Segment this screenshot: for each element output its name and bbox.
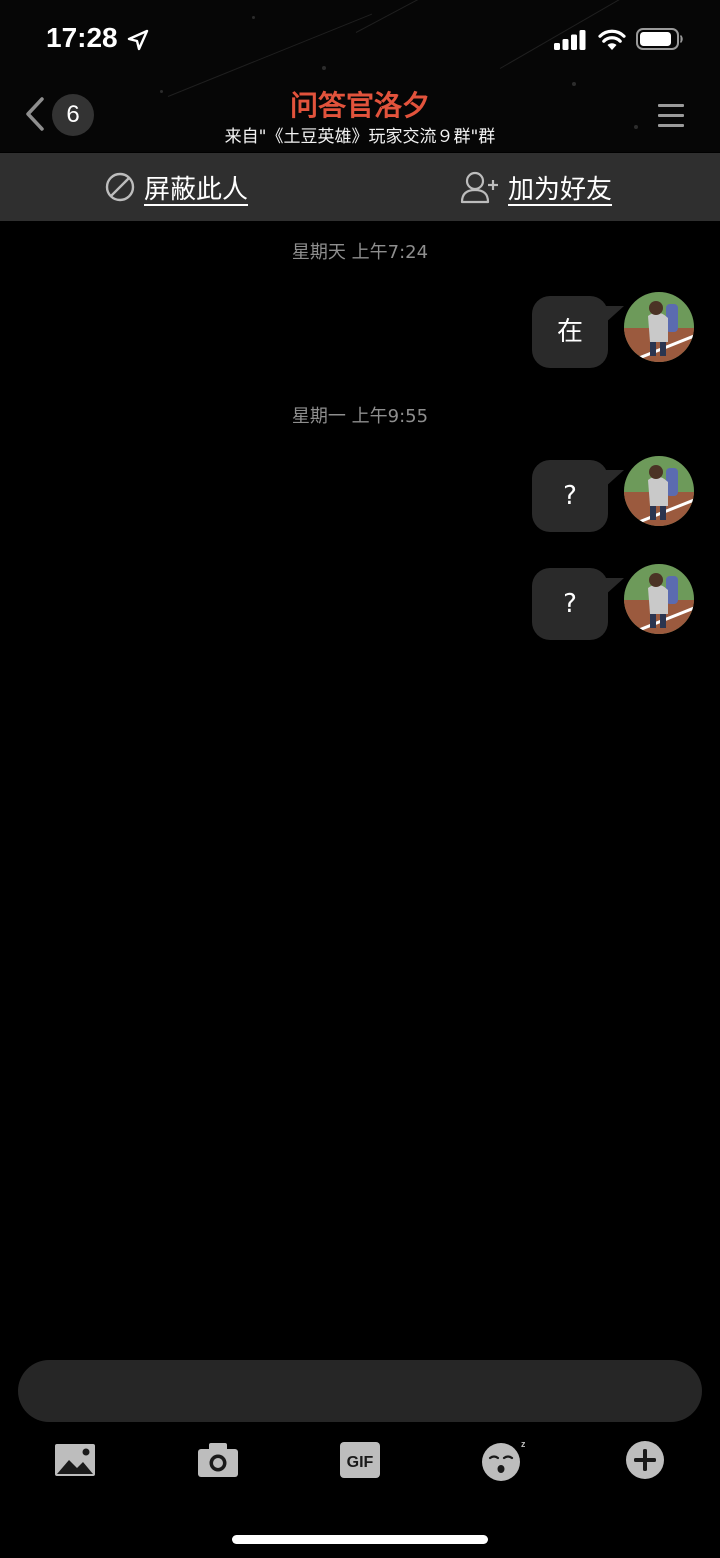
- home-indicator: [232, 1535, 488, 1544]
- user-avatar[interactable]: [624, 456, 694, 526]
- user-avatar[interactable]: [624, 292, 694, 362]
- action-bar: 屏蔽此人 加为好友: [0, 153, 720, 221]
- message-bubble[interactable]: 在: [532, 296, 624, 368]
- svg-text:GIF: GIF: [347, 1454, 374, 1471]
- wifi-icon: [598, 29, 626, 50]
- plus-icon[interactable]: [623, 1438, 667, 1482]
- block-user-label: 屏蔽此人: [144, 174, 249, 205]
- page-subtitle: 来自"《土豆英雄》玩家交流９群"群: [224, 127, 496, 147]
- message-timestamp: 星期一 上午9:55: [291, 406, 429, 427]
- message-input[interactable]: [18, 1360, 702, 1422]
- location-arrow-icon: [127, 29, 149, 51]
- menu-icon[interactable]: [656, 100, 686, 130]
- message-bubble[interactable]: ?: [532, 460, 624, 532]
- emoji-icon[interactable]: z: [481, 1438, 525, 1482]
- add-friend-label: 加为好友: [508, 174, 613, 205]
- image-icon[interactable]: [53, 1438, 97, 1482]
- message-bubble[interactable]: ?: [532, 568, 624, 640]
- message-timestamp: 星期天 上午7:24: [291, 242, 429, 263]
- status-time: 17:28: [46, 22, 118, 53]
- battery-icon: [636, 28, 683, 50]
- user-avatar[interactable]: [624, 564, 694, 634]
- add-friend-button[interactable]: 加为好友: [460, 153, 612, 221]
- block-icon: [105, 172, 135, 202]
- block-user-button[interactable]: 屏蔽此人: [104, 153, 248, 221]
- camera-icon[interactable]: [196, 1438, 240, 1482]
- cellular-signal-icon: [554, 30, 586, 50]
- add-friend-icon: [460, 171, 498, 204]
- page-title: 问答官洛夕: [289, 89, 430, 122]
- svg-text:z: z: [521, 1439, 525, 1449]
- gif-icon[interactable]: GIF: [338, 1438, 382, 1482]
- status-bar: 17:28: [0, 0, 720, 80]
